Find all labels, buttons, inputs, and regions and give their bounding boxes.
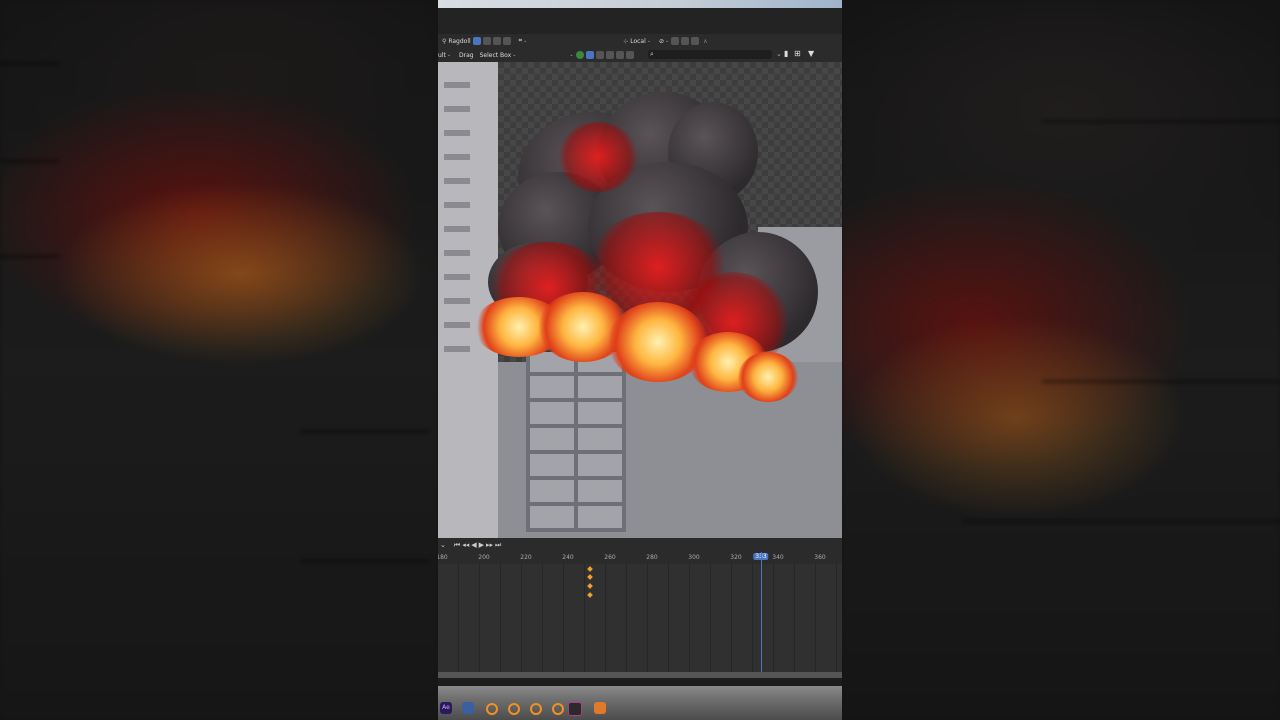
timeline-scrollbar[interactable] xyxy=(438,672,842,678)
timeline-menu-icon[interactable]: ⌄ xyxy=(440,541,446,549)
frame-label: 240 xyxy=(562,554,574,561)
app-icon[interactable] xyxy=(462,702,474,714)
jump-start-icon[interactable]: ⏮ xyxy=(454,541,460,550)
search-dropdown[interactable]: ⌄ xyxy=(776,50,782,58)
drag-label: Drag xyxy=(459,51,474,59)
frame-label: 360 xyxy=(814,554,826,561)
snapping-icon[interactable] xyxy=(671,37,680,45)
timeline-header: ⌄ ⏮ ◂◂ ◀ ▶ ▸▸ ⏭ xyxy=(438,538,842,552)
play-icon[interactable]: ▶ xyxy=(479,541,484,549)
select-box-dropdown[interactable]: Select Box ⌄ xyxy=(480,52,517,59)
frame-label: 220 xyxy=(520,554,532,561)
shading-material-icon[interactable] xyxy=(605,51,614,59)
overlay-icon[interactable] xyxy=(691,37,700,45)
prev-keyframe-icon[interactable]: ◂◂ xyxy=(462,541,469,549)
tool-mode[interactable]: ⚲ Ragdoll xyxy=(442,38,471,45)
after-effects-icon[interactable]: Ae xyxy=(440,702,452,714)
frame-label: 260 xyxy=(604,554,616,561)
proportional-icon[interactable] xyxy=(681,37,690,45)
jump-end-icon[interactable]: ⏭ xyxy=(495,541,501,550)
snap-icon[interactable] xyxy=(492,37,501,45)
terminal-icon[interactable] xyxy=(568,702,582,716)
select-icon[interactable] xyxy=(472,37,481,45)
browser-strip xyxy=(438,0,842,8)
timeline-area[interactable] xyxy=(438,564,842,672)
blender-window: ⚲ Ragdoll ⌗ ⌄ ⊹ Local ⌄ ⊘ ⌄ ∧ ult ⌄ Drag Sel… xyxy=(438,0,842,720)
frame-label: 200 xyxy=(478,554,490,561)
frame-label: 280 xyxy=(646,554,658,561)
playhead[interactable] xyxy=(761,552,762,672)
filter-icon[interactable]: ▼ xyxy=(808,49,814,58)
shading-icon[interactable] xyxy=(585,51,594,59)
shading-render-icon[interactable] xyxy=(615,51,624,59)
tool-settings-bar: ult ⌄ Drag Select Box ⌄ ⌄ ⌕ ⌄ ▮ ⊞ ▼ xyxy=(438,48,842,63)
frame-label: 320 xyxy=(730,554,742,561)
viewport-header: ⚲ Ragdoll ⌗ ⌄ ⊹ Local ⌄ ⊘ ⌄ ∧ xyxy=(438,34,842,48)
view-layer-icon[interactable]: ⊞ xyxy=(794,49,801,58)
pivot-icon[interactable] xyxy=(502,37,511,45)
search-input[interactable]: ⌕ xyxy=(648,50,772,59)
orientation-dropdown[interactable]: ⊹ Local ⌄ xyxy=(623,38,651,45)
falloff-icon[interactable]: ∧ xyxy=(703,38,707,45)
building-windows xyxy=(526,352,626,532)
shading-solid-icon[interactable] xyxy=(595,51,604,59)
3d-viewport[interactable] xyxy=(438,62,842,538)
transform-icon[interactable] xyxy=(482,37,491,45)
blender-icon[interactable] xyxy=(530,703,542,715)
link-icon[interactable]: ⊘ ⌄ xyxy=(659,38,669,45)
blender-icon[interactable] xyxy=(552,703,564,715)
next-keyframe-icon[interactable]: ▸▸ xyxy=(486,541,493,549)
mode-dropdown[interactable]: ult ⌄ xyxy=(438,52,451,59)
blender-icon[interactable] xyxy=(486,703,498,715)
search-icon: ⌕ xyxy=(650,50,654,58)
frame-label: 340 xyxy=(772,554,784,561)
blurred-background-left xyxy=(0,0,438,720)
building-left xyxy=(438,62,498,538)
visibility-icon[interactable] xyxy=(575,51,584,59)
xray-icon[interactable] xyxy=(625,51,634,59)
filter-dropdown[interactable]: ⌄ xyxy=(568,52,573,58)
bookmark-icon[interactable]: ▮ xyxy=(784,49,788,58)
frame-label: 180 xyxy=(438,554,448,561)
blender-icon[interactable] xyxy=(508,703,520,715)
gizmo-icon[interactable]: ⌗ ⌄ xyxy=(519,37,528,45)
timeline-ruler[interactable]: 180 200 220 240 260 280 300 320 333 340 … xyxy=(438,552,842,564)
dock xyxy=(438,686,842,720)
frame-label: 300 xyxy=(688,554,700,561)
header-area xyxy=(438,8,842,34)
app-icon[interactable] xyxy=(594,702,606,714)
blurred-background-right xyxy=(842,0,1280,720)
play-reverse-icon[interactable]: ◀ xyxy=(471,541,476,549)
